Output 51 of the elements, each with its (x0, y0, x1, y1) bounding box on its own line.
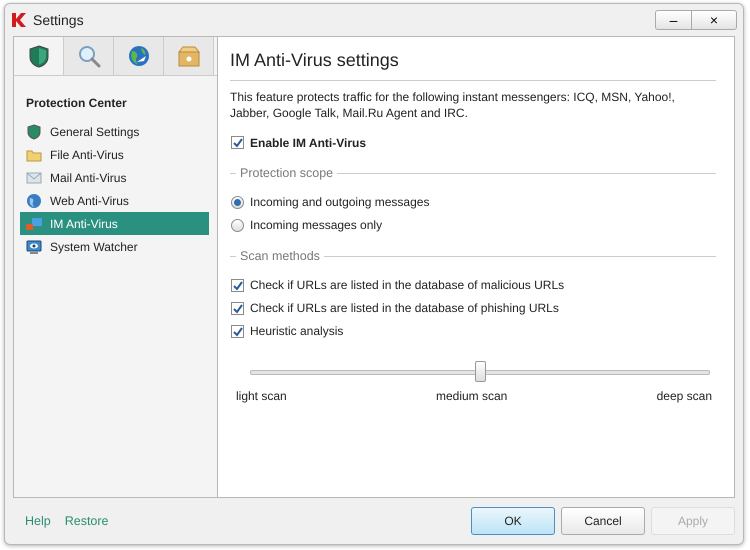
magnifier-icon (76, 44, 100, 68)
window-title: Settings (33, 10, 84, 30)
dialog-button[interactable]: OK (471, 507, 555, 535)
check-icon (232, 280, 243, 290)
description-text: This feature protects traffic for the following instant messengers: ICQ, MSN, Yahoo!, Jabber, Google Talk, Mail.Ru Agent and IRC. (230, 89, 676, 121)
checkbox-label: Check if URLs are listed in the database of malicious URLs (250, 277, 564, 294)
checkbox-label: Check if URLs are listed in the database of phishing URLs (250, 300, 559, 317)
checkbox-label: Enable IM Anti-Virus (250, 134, 366, 152)
chat-icon (26, 216, 42, 232)
dialog-button[interactable]: Cancel (561, 507, 645, 535)
shield-icon (26, 44, 50, 68)
shield-icon (26, 124, 42, 140)
globe-tab[interactable] (114, 37, 164, 75)
close-button[interactable]: × (691, 10, 737, 30)
group-label: Scan methods (240, 248, 320, 265)
checkbox-label: Heuristic analysis (250, 323, 344, 340)
sidebar-item[interactable]: Mail Anti-Virus (20, 166, 209, 189)
radio-label: Incoming messages only (250, 217, 382, 234)
globe-icon (126, 44, 150, 68)
checkbox[interactable] (231, 324, 244, 338)
package-icon (176, 44, 200, 68)
section-heading: Protection Center (25, 95, 128, 112)
checkbox[interactable] (231, 302, 244, 314)
radio-button[interactable] (231, 196, 244, 209)
minimize-button[interactable]: – (655, 10, 691, 30)
envelope-icon (26, 170, 42, 186)
footer-link[interactable]: Restore (64, 512, 108, 530)
package-tab[interactable] (164, 37, 214, 75)
monitor-icon (26, 238, 42, 254)
app-logo-icon (11, 12, 27, 28)
check-icon (232, 326, 243, 336)
sidebar-item[interactable]: System Watcher (20, 235, 209, 258)
radio-label: Incoming and outgoing messages (250, 194, 430, 212)
sidebar-item[interactable]: Web Anti-Virus (20, 189, 209, 212)
slider-label: light scan (236, 388, 287, 404)
footer-link[interactable]: Help (25, 512, 51, 530)
radio-button[interactable] (231, 218, 244, 232)
slider-track[interactable] (250, 360, 710, 384)
slider-thumb[interactable] (475, 360, 486, 382)
slider-label: medium scan (436, 388, 508, 404)
page-title: IM Anti-Virus settings (230, 47, 716, 81)
check-icon (232, 137, 243, 148)
checkbox[interactable] (231, 278, 244, 292)
checkbox[interactable] (231, 136, 244, 149)
group-label: Protection scope (240, 165, 334, 182)
sidebar-item[interactable]: IM Anti-Virus (20, 212, 209, 235)
sidebar-item[interactable]: File Anti-Virus (20, 143, 209, 166)
globe-icon (26, 192, 42, 208)
slider-label: deep scan (656, 388, 712, 404)
check-icon (232, 302, 243, 314)
sidebar-item[interactable]: General Settings (20, 120, 209, 143)
